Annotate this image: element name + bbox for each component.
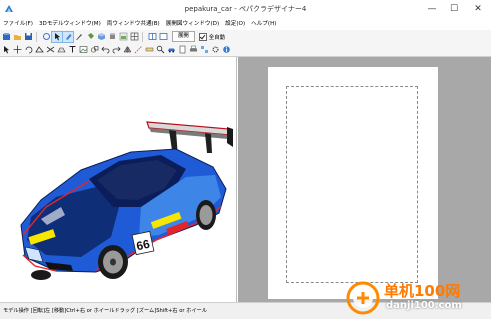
rear-wheel: [196, 200, 216, 230]
car-view-icon[interactable]: [166, 45, 176, 55]
cylinder-icon[interactable]: [107, 32, 117, 42]
mirror-icon[interactable]: [122, 45, 132, 55]
cube-icon[interactable]: [96, 32, 106, 42]
toolbar-separator: [142, 31, 143, 42]
undo-icon[interactable]: [100, 45, 110, 55]
info-icon[interactable]: [221, 45, 231, 55]
save-icon[interactable]: [23, 32, 33, 42]
watermark: 单机100网 danji100.com: [342, 279, 490, 317]
watermark-url: danji100.com: [386, 300, 462, 311]
auto-checkbox-label: 全自動: [208, 34, 225, 41]
front-wheel: [98, 245, 128, 279]
menu-unfold-window[interactable]: 展開図ウィンドウ(D): [163, 18, 222, 30]
measure-icon[interactable]: [144, 45, 154, 55]
auto-checkbox-box[interactable]: [198, 32, 207, 41]
redo-icon[interactable]: [111, 45, 121, 55]
text-tool-icon[interactable]: [67, 45, 77, 55]
auto-checkbox[interactable]: 全自動: [198, 32, 225, 41]
watermark-logo: [346, 281, 380, 315]
select-arrow-icon[interactable]: [51, 30, 63, 43]
window-title: pepakura_car - ペパクラデザイナー4: [184, 5, 307, 13]
open-folder-icon[interactable]: [12, 32, 22, 42]
window-single-icon[interactable]: [158, 32, 168, 42]
main-toolbar: 展開 全自動: [0, 30, 491, 43]
image-tool-icon[interactable]: [78, 45, 88, 55]
edit-toolbar: [0, 43, 491, 57]
print-icon[interactable]: [188, 45, 198, 55]
new-file-icon[interactable]: [1, 32, 11, 42]
settings-icon[interactable]: [210, 45, 220, 55]
crease-icon[interactable]: [133, 45, 143, 55]
maximize-button[interactable]: ☐: [443, 0, 465, 18]
toolbar-separator: [36, 31, 37, 42]
unfold-view[interactable]: [238, 57, 491, 302]
flap-icon[interactable]: [56, 45, 66, 55]
join-edge-icon[interactable]: [34, 45, 44, 55]
pointer-icon[interactable]: [1, 45, 11, 55]
edit-mode-icon[interactable]: [62, 30, 74, 43]
grid-icon[interactable]: [129, 32, 139, 42]
title-bar: pepakura_car - ペパクラデザイナー4 — ☐ ✕: [0, 0, 491, 19]
menu-both-windows[interactable]: 両ウィンドウ共通(B): [104, 18, 163, 30]
unfold-button[interactable]: 展開: [172, 31, 195, 42]
close-button[interactable]: ✕: [465, 0, 491, 18]
watermark-site-name: 单机100网: [384, 282, 461, 300]
menu-file[interactable]: ファイル(F): [0, 18, 36, 30]
menu-3d-model-window[interactable]: 3Dモデルウィンドウ(M): [36, 18, 104, 30]
front-left-wheel: [31, 270, 51, 280]
rotate-view-icon[interactable]: [41, 32, 51, 42]
car-number-plate: 66: [131, 230, 155, 256]
window-split-icon[interactable]: [147, 32, 157, 42]
race-car-model[interactable]: 66: [1, 57, 236, 302]
status-text: モデル操作 [回転]左 [移動]Ctrl+右 or ホイールドラッグ [ズーム]…: [3, 308, 207, 314]
layout-icon[interactable]: [199, 45, 209, 55]
model-3d-view[interactable]: 66: [1, 57, 237, 302]
print-area: [286, 86, 418, 283]
paper-view-icon[interactable]: [177, 45, 187, 55]
menu-settings[interactable]: 設定(O): [222, 18, 248, 30]
move-parts-icon[interactable]: [12, 45, 22, 55]
menu-help[interactable]: ヘルプ(H): [248, 18, 279, 30]
paper-sheet[interactable]: [268, 67, 438, 299]
menu-bar: ファイル(F) 3Dモデルウィンドウ(M) 両ウィンドウ共通(B) 展開図ウィン…: [0, 18, 491, 30]
minimize-button[interactable]: —: [421, 0, 443, 18]
pen-tool-icon[interactable]: [74, 32, 84, 42]
rotate-parts-icon[interactable]: [23, 45, 33, 55]
shape-tool-icon[interactable]: [89, 45, 99, 55]
paint-bucket-icon[interactable]: [85, 32, 95, 42]
split-edge-icon[interactable]: [45, 45, 55, 55]
magnify-icon[interactable]: [155, 45, 165, 55]
texture-icon[interactable]: [118, 32, 128, 42]
